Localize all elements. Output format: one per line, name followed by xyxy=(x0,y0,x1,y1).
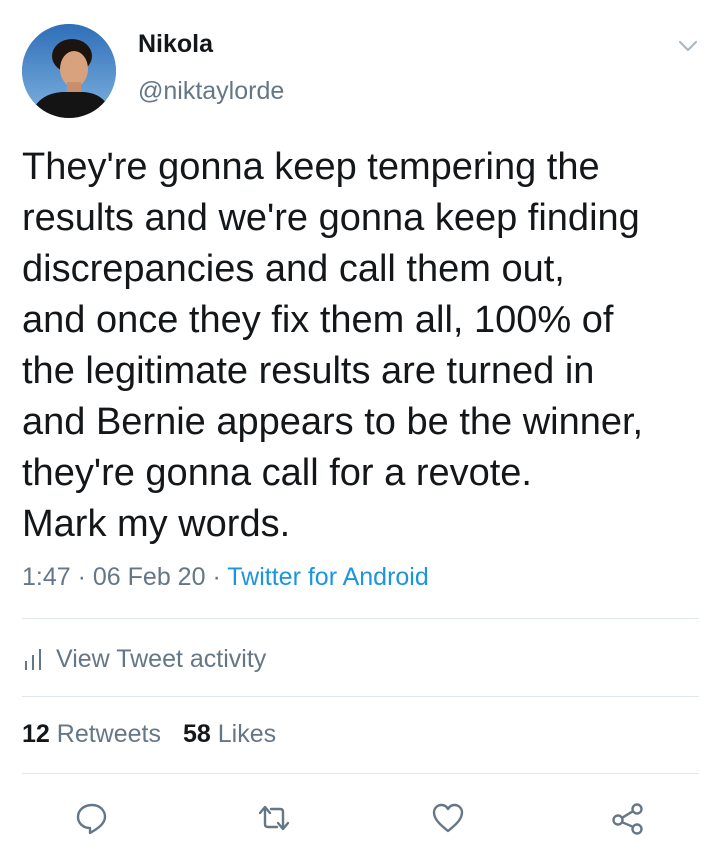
tweet-meta: 1:47 · 06 Feb 20 · Twitter for Android xyxy=(22,563,429,592)
retweets-count: 12 xyxy=(22,720,50,748)
analytics-icon xyxy=(25,649,41,670)
chevron-down-icon[interactable] xyxy=(676,36,700,56)
meta-separator: · xyxy=(212,563,221,591)
tweet-text-line: results and we're gonna keep finding xyxy=(22,197,640,239)
retweets-label: Retweets xyxy=(56,720,161,748)
likes-label: Likes xyxy=(217,720,277,748)
tweet-date: 06 Feb 20 xyxy=(92,563,206,591)
tweet-text: They're gonna keep tempering the results… xyxy=(22,142,702,550)
retweet-icon[interactable] xyxy=(256,800,292,836)
tweet-text-line: Mark my words. xyxy=(22,503,291,545)
tweet-text-line: they're gonna call for a revote. xyxy=(22,452,532,494)
reply-icon[interactable] xyxy=(74,800,110,836)
author-name[interactable]: Nikola xyxy=(138,30,213,59)
share-icon[interactable] xyxy=(610,800,646,836)
tweet-time: 1:47 xyxy=(22,563,71,591)
author-handle[interactable]: @niktaylorde xyxy=(138,77,284,106)
avatar[interactable] xyxy=(22,24,116,118)
tweet-text-line: They're gonna keep tempering the xyxy=(22,146,600,188)
view-tweet-activity-label: View Tweet activity xyxy=(56,644,267,673)
likes-count: 58 xyxy=(182,720,211,748)
tweet-text-line: the legitimate results are turned in xyxy=(22,350,595,392)
tweet-source-link[interactable]: Twitter for Android xyxy=(227,563,428,591)
tweet-text-line: and Bernie appears to be the winner, xyxy=(22,401,644,443)
meta-separator: · xyxy=(77,563,86,591)
tweet-stats: 12 Retweets 58 Likes xyxy=(22,720,276,749)
tweet-text-line: discrepancies and call them out, xyxy=(22,248,565,290)
avatar-image xyxy=(22,24,116,118)
view-tweet-activity-button[interactable]: View Tweet activity xyxy=(22,642,266,676)
likes-link[interactable]: 58 Likes xyxy=(183,720,276,748)
divider xyxy=(22,696,699,697)
divider xyxy=(22,773,699,774)
like-icon[interactable] xyxy=(430,800,466,836)
retweets-link[interactable]: 12 Retweets xyxy=(22,720,161,748)
tweet-text-line: and once they fix them all, 100% of xyxy=(22,299,614,341)
divider xyxy=(22,618,699,619)
